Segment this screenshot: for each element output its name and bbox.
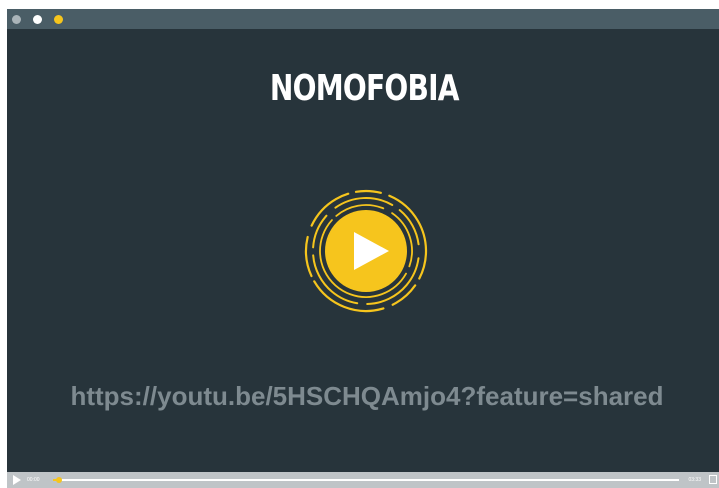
play-icon (304, 189, 428, 313)
minimize-dot-icon[interactable] (33, 15, 42, 24)
video-link[interactable]: https://youtu.be/5HSCHQAmjo4?feature=sha… (67, 381, 667, 411)
progress-knob[interactable] (56, 477, 63, 483)
duration-time: 03:33 (688, 477, 701, 483)
maximize-dot-icon[interactable] (54, 15, 63, 24)
play-button[interactable] (302, 187, 430, 315)
window-titlebar (7, 9, 719, 29)
current-time: 00:00 (27, 477, 40, 483)
control-play-icon[interactable] (13, 475, 21, 485)
video-player-window: NOMOFOBIA https://youtu.be/5HSCHQAmjo4?f… (7, 9, 719, 488)
close-dot-icon[interactable] (12, 15, 21, 24)
player-controls: 00:00 03:33 (7, 472, 719, 488)
progress-track[interactable] (53, 477, 679, 483)
fullscreen-icon[interactable] (709, 475, 717, 484)
video-title: NOMOFOBIA (269, 68, 460, 109)
